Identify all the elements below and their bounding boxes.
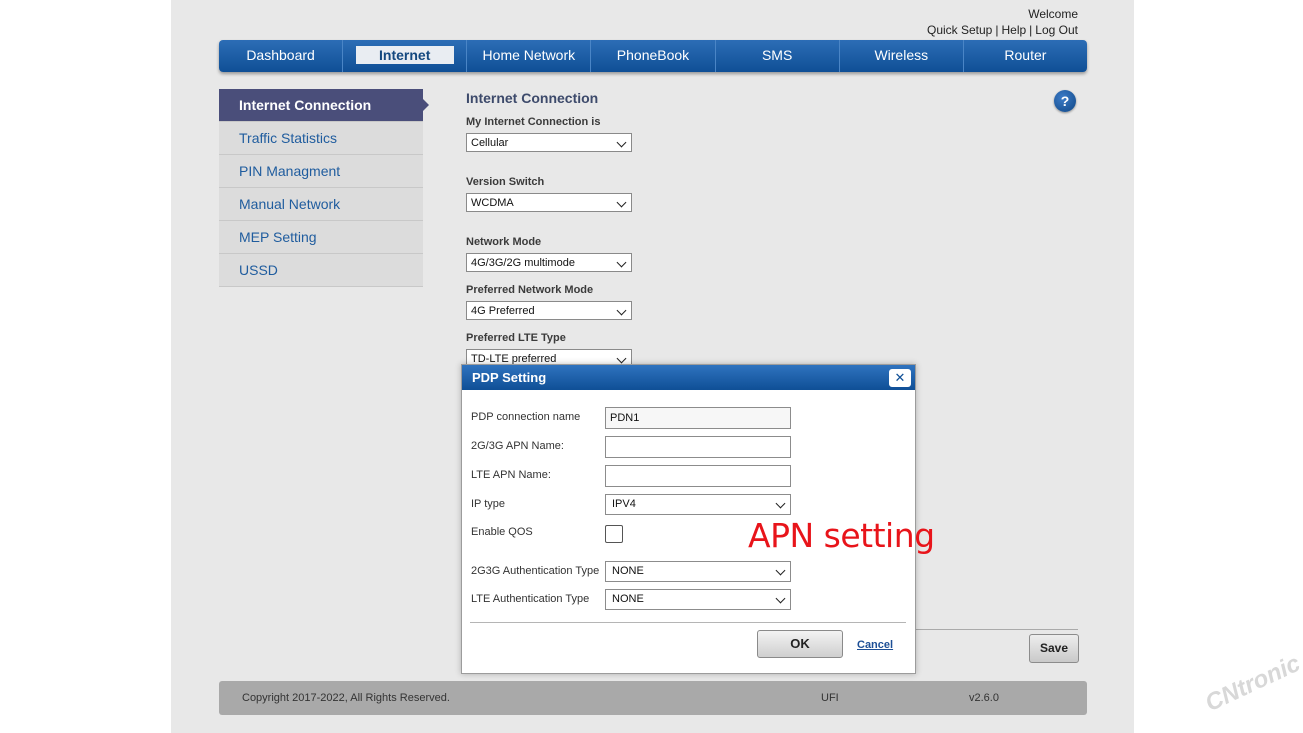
lte-apn-label: LTE APN Name:	[471, 469, 551, 481]
footer: Copyright 2017-2022, All Rights Reserved…	[219, 681, 1087, 715]
preferred-network-mode-label: Preferred Network Mode	[466, 284, 594, 296]
divider	[915, 629, 1078, 630]
sidebar-item-ussd[interactable]: USSD	[219, 254, 423, 287]
separator: |	[1029, 23, 1033, 37]
quick-setup-link[interactable]: Quick Setup	[927, 23, 992, 37]
auth-2g3g-label: 2G3G Authentication Type	[471, 565, 600, 577]
ip-type-select[interactable]: IPV4	[605, 494, 791, 515]
internet-connection-select[interactable]: Cellular	[466, 133, 632, 152]
preferred-network-mode-select[interactable]: 4G Preferred	[466, 301, 632, 320]
sidebar: Internet Connection Traffic Statistics P…	[219, 89, 429, 287]
ok-button[interactable]: OK	[757, 630, 843, 658]
internet-connection-label: My Internet Connection is	[466, 116, 601, 128]
tab-home-network[interactable]: Home Network	[467, 40, 592, 72]
sidebar-item-mep-setting[interactable]: MEP Setting	[219, 221, 423, 254]
chevron-down-icon	[616, 305, 627, 316]
help-icon[interactable]: ?	[1054, 90, 1076, 112]
auth-2g3g-select[interactable]: NONE	[605, 561, 791, 582]
tab-wireless[interactable]: Wireless	[840, 40, 964, 72]
dialog-divider	[470, 622, 906, 623]
tab-sms[interactable]: SMS	[716, 40, 840, 72]
tab-phonebook[interactable]: PhoneBook	[591, 40, 716, 72]
apn-setting-annotation: APN setting	[748, 516, 935, 555]
logout-link[interactable]: Log Out	[1035, 23, 1078, 37]
apn-2g3g-field[interactable]	[605, 436, 791, 458]
tab-router[interactable]: Router	[964, 40, 1087, 72]
pdp-name-label: PDP connection name	[471, 411, 581, 423]
sidebar-item-manual-network[interactable]: Manual Network	[219, 188, 423, 221]
header-links: Welcome Quick Setup | Help | Log Out	[927, 6, 1078, 38]
lte-auth-select[interactable]: NONE	[605, 589, 791, 610]
content-area: Internet Connection	[466, 90, 1066, 106]
cancel-link[interactable]: Cancel	[857, 639, 893, 651]
apn-2g3g-label: 2G/3G APN Name:	[471, 440, 564, 452]
chevron-down-icon	[616, 257, 627, 268]
save-button[interactable]: Save	[1029, 634, 1079, 663]
network-mode-label: Network Mode	[466, 236, 542, 248]
chevron-down-icon	[616, 197, 627, 208]
dialog-title: PDP Setting	[462, 365, 915, 390]
page-title: Internet Connection	[466, 90, 599, 106]
device-name: UFI	[821, 692, 839, 704]
ip-type-label: IP type	[471, 498, 506, 510]
chevron-down-icon	[775, 565, 786, 576]
tab-dashboard[interactable]: Dashboard	[219, 40, 344, 72]
welcome-text: Welcome	[1028, 7, 1078, 21]
chevron-down-icon	[616, 137, 627, 148]
close-icon[interactable]: ✕	[889, 369, 911, 387]
sidebar-item-traffic-statistics[interactable]: Traffic Statistics	[219, 122, 423, 155]
pdp-name-field[interactable]: PDN1	[605, 407, 791, 429]
help-link[interactable]: Help	[1001, 23, 1026, 37]
chevron-down-icon	[616, 353, 627, 364]
network-mode-select[interactable]: 4G/3G/2G multimode	[466, 253, 632, 272]
sidebar-item-pin-management[interactable]: PIN Managment	[219, 155, 423, 188]
enable-qos-checkbox[interactable]	[605, 525, 623, 543]
qos-label: Enable QOS	[471, 526, 533, 538]
chevron-down-icon	[775, 593, 786, 604]
copyright-text: Copyright 2017-2022, All Rights Reserved…	[242, 692, 450, 704]
main-nav: Dashboard Internet Home Network PhoneBoo…	[219, 40, 1087, 72]
lte-apn-field[interactable]	[605, 465, 791, 487]
preferred-lte-type-label: Preferred LTE Type	[466, 332, 566, 344]
tab-internet[interactable]: Internet	[343, 40, 468, 72]
sidebar-item-internet-connection[interactable]: Internet Connection	[219, 89, 429, 122]
version-switch-select[interactable]: WCDMA	[466, 193, 632, 212]
version-text: v2.6.0	[969, 692, 999, 704]
chevron-down-icon	[775, 498, 786, 509]
lte-auth-label: LTE Authentication Type	[471, 593, 590, 605]
separator: |	[995, 23, 999, 37]
watermark-logo: CNtronic	[1201, 649, 1303, 718]
version-switch-label: Version Switch	[466, 176, 545, 188]
